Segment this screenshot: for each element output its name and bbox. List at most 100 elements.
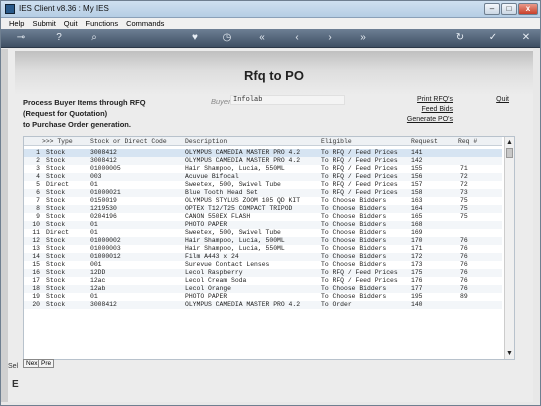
minimize-button[interactable]: –: [484, 3, 500, 15]
fast-forward-icon[interactable]: »: [357, 32, 369, 44]
row-req-num: 75: [460, 213, 468, 220]
row-type: Stock: [46, 149, 66, 156]
table-row[interactable]: 20 Stock 3008412 OLYMPUS CAMEDIA MASTER PRO…: [24, 301, 502, 309]
row-request: 158: [411, 189, 423, 196]
row-type: Stock: [46, 285, 66, 292]
table-row[interactable]: 6 Stock 01000021 Blue Tooth Head Set To RFQ …: [24, 189, 502, 197]
table-row[interactable]: 8 Stock 1219530 OPTEX T12/T25 COMPACT TRIPO…: [24, 205, 502, 213]
row-number: 19: [32, 293, 40, 300]
row-description: Lecol Raspberry: [185, 269, 243, 276]
clock-icon[interactable]: ◷: [221, 32, 233, 44]
table-row[interactable]: 15 Stock 001 Surevue Contact Lenses To Choos…: [24, 261, 502, 269]
row-type: Direct: [46, 229, 70, 236]
feed-bids-link[interactable]: Feed Bids: [411, 106, 453, 113]
table-row[interactable]: 11 Direct 01 Sweetex, 500, Swivel Tube To Ch…: [24, 229, 502, 237]
row-description: Lecol Cream Soda: [185, 277, 247, 284]
col-code[interactable]: Stock or Direct Code: [90, 138, 167, 146]
col-request[interactable]: Request: [411, 138, 438, 146]
grid-body: 1 Stock 3008412 OLYMPUS CAMEDIA MASTER PRO …: [24, 147, 502, 359]
row-request: 177: [411, 285, 423, 292]
row-eligible: To Choose Bidders: [321, 221, 387, 228]
col-eligible[interactable]: Eligible: [321, 138, 352, 146]
row-request: 142: [411, 157, 423, 164]
table-row[interactable]: 18 Stock 12ab Lecol Orange To Choose Bidders…: [24, 285, 502, 293]
table-row[interactable]: 3 Stock 01000005 Hair Shampoo, Lucia, 550ML…: [24, 165, 502, 173]
table-row[interactable]: 12 Stock 01000002 Hair Shampoo, Lucia, 500M…: [24, 237, 502, 245]
row-type: Direct: [46, 181, 70, 188]
refresh-icon[interactable]: ↻: [454, 32, 466, 44]
row-eligible: To Choose Bidders: [321, 293, 387, 300]
row-type: Stock: [46, 189, 66, 196]
menu-help[interactable]: Help: [9, 18, 24, 29]
row-code: 01000002: [90, 237, 121, 244]
table-row[interactable]: 14 Stock 01000012 Film A443 x 24 To Choose B…: [24, 253, 502, 261]
menu-quit[interactable]: Quit: [64, 18, 78, 29]
menu-functions[interactable]: Functions: [86, 18, 119, 29]
print-rfqs-link[interactable]: Print RFQ's: [411, 96, 453, 103]
row-req-num: 72: [460, 181, 468, 188]
sel-label: Sel: [8, 363, 19, 370]
buyer-field[interactable]: Infolab: [230, 95, 345, 105]
table-row[interactable]: 5 Direct 01 Sweetex, 500, Swivel Tube To RFQ…: [24, 181, 502, 189]
search-icon[interactable]: ⌕: [88, 32, 100, 44]
table-row[interactable]: 13 Stock 01000003 Hair Shampoo, Lucia, 550M…: [24, 245, 502, 253]
scroll-up-button[interactable]: ▲: [505, 138, 514, 147]
row-eligible: To RFQ / Feed Prices: [321, 269, 398, 276]
table-row[interactable]: 1 Stock 3008412 OLYMPUS CAMEDIA MASTER PRO …: [24, 149, 502, 157]
e-label: E: [12, 379, 19, 390]
row-number: 7: [36, 197, 40, 204]
row-code: 01000003: [90, 245, 121, 252]
forward-icon[interactable]: ›: [324, 32, 336, 44]
check-icon[interactable]: ✓: [487, 32, 499, 44]
row-code: 12DD: [90, 269, 106, 276]
description-line-2: (Request for Quotation): [23, 109, 108, 118]
menu-commands[interactable]: Commands: [126, 18, 164, 29]
menu-submit[interactable]: Submit: [32, 18, 55, 29]
row-type: Stock: [46, 269, 66, 276]
row-eligible: To Choose Bidders: [321, 253, 387, 260]
row-request: 157: [411, 181, 423, 188]
help-icon[interactable]: ?: [53, 32, 65, 44]
row-description: OLYMPUS CAMEDIA MASTER PRO 4.2: [185, 149, 301, 156]
generate-pos-link[interactable]: Generate PO's: [401, 116, 453, 123]
table-row[interactable]: 4 Stock 003 Acuvue Bifocal To RFQ / Feed Pri…: [24, 173, 502, 181]
page-title: Rfq to PO: [244, 68, 304, 83]
row-code: 3008412: [90, 149, 117, 156]
row-type: Stock: [46, 245, 66, 252]
close-window-button[interactable]: x: [518, 3, 538, 15]
back-icon[interactable]: ‹: [291, 32, 303, 44]
col-req-num[interactable]: Req #: [458, 138, 477, 146]
close-icon[interactable]: ✕: [520, 32, 532, 44]
table-row[interactable]: 10 Stock 01 PHOTO PAPER To Choose Bidders 168: [24, 221, 502, 229]
row-number: 4: [36, 173, 40, 180]
row-number: 13: [32, 245, 40, 252]
row-req-num: 73: [460, 189, 468, 196]
vertical-scrollbar[interactable]: ▲ ▼: [504, 137, 514, 359]
row-number: 14: [32, 253, 40, 260]
scroll-down-button[interactable]: ▼: [505, 349, 514, 358]
row-req-num: 76: [460, 285, 468, 292]
key-icon[interactable]: ⊸: [15, 32, 27, 44]
maximize-button[interactable]: □: [501, 3, 517, 15]
row-description: Sweetex, 500, Swivel Tube: [185, 181, 281, 188]
row-req-num: 76: [460, 261, 468, 268]
row-request: 155: [411, 165, 423, 172]
row-type: Stock: [46, 213, 66, 220]
col-description[interactable]: Description: [185, 138, 227, 146]
row-code: 3008412: [90, 157, 117, 164]
table-row[interactable]: 7 Stock 0150019 OLYMPUS STYLUS ZOOM 105 QD …: [24, 197, 502, 205]
description-line-1: Process Buyer Items through RFQ: [23, 98, 146, 107]
table-row[interactable]: 19 Stock 01 PHOTO PAPER To Choose Bidders 195…: [24, 293, 502, 301]
rewind-icon[interactable]: «: [256, 32, 268, 44]
col-type[interactable]: >>> Type: [42, 138, 73, 146]
scroll-thumb[interactable]: [506, 148, 513, 158]
quit-link[interactable]: Quit: [489, 96, 509, 103]
prev-button[interactable]: Pre: [38, 359, 55, 368]
items-grid: >>> Type Stock or Direct Code Descriptio…: [23, 136, 515, 360]
heart-icon[interactable]: ♥: [189, 32, 201, 44]
table-row[interactable]: 2 Stock 3008412 OLYMPUS CAMEDIA MASTER PRO …: [24, 157, 502, 165]
table-row[interactable]: 9 Stock 0204196 CANON 550EX FLASH To Choose …: [24, 213, 502, 221]
table-row[interactable]: 17 Stock 12ac Lecol Cream Soda To RFQ / Feed…: [24, 277, 502, 285]
row-description: Hair Shampoo, Lucia, 500ML: [185, 237, 285, 244]
table-row[interactable]: 16 Stock 12DD Lecol Raspberry To RFQ / Feed …: [24, 269, 502, 277]
